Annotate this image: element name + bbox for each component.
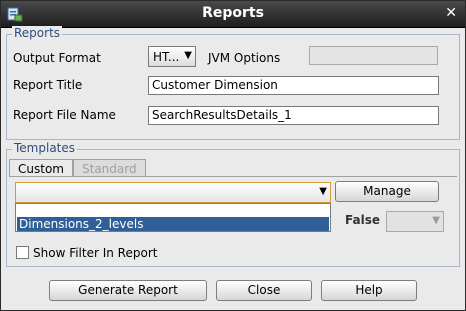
chevron-down-icon: ▼	[184, 50, 192, 61]
report-file-name-field[interactable]: SearchResultsDetails_1	[148, 106, 439, 125]
false-select[interactable]: ▼	[386, 211, 444, 232]
show-filter-label: Show Filter In Report	[33, 246, 158, 260]
close-button[interactable]: Close	[216, 280, 312, 301]
false-label: False	[345, 213, 380, 227]
report-title-label: Report Title	[13, 78, 83, 92]
output-format-value: HT...	[153, 50, 180, 64]
close-button-label: Close	[247, 283, 281, 297]
chevron-down-icon: ▼	[319, 186, 327, 197]
dropdown-option-selected[interactable]: Dimensions_2_levels	[17, 217, 329, 231]
jvm-options-field[interactable]	[309, 46, 438, 65]
jvm-options-label: JVM Options	[208, 51, 281, 65]
report-title-field[interactable]: Customer Dimension	[148, 76, 439, 95]
help-button-label: Help	[355, 283, 383, 297]
reports-section-title: Reports	[12, 26, 63, 40]
output-format-label: Output Format	[13, 51, 101, 65]
tab-divider	[9, 176, 457, 177]
window-title: Reports	[202, 5, 264, 21]
templates-section-title: Templates	[12, 141, 78, 155]
report-file-name-label: Report File Name	[13, 108, 116, 122]
chevron-down-icon: ▼	[432, 215, 440, 226]
generate-report-button[interactable]: Generate Report	[49, 280, 207, 301]
reports-dialog: Reports ✕ Reports Output Format HT... ▼ …	[0, 0, 466, 311]
help-button[interactable]: Help	[321, 280, 417, 301]
output-format-select[interactable]: HT... ▼	[148, 46, 196, 67]
generate-report-label: Generate Report	[78, 283, 178, 297]
close-window-icon[interactable]: ✕	[445, 5, 457, 21]
manage-button-label: Manage	[363, 184, 411, 198]
manage-button[interactable]: Manage	[335, 181, 439, 202]
tab-standard[interactable]: Standard	[73, 159, 146, 177]
tab-custom[interactable]: Custom	[9, 159, 73, 177]
template-dropdown-list: Dimensions_2_levels	[15, 203, 331, 232]
title-bar[interactable]: Reports ✕	[1, 1, 465, 28]
template-select[interactable]: ▼	[15, 182, 331, 203]
show-filter-checkbox[interactable]	[16, 246, 29, 259]
